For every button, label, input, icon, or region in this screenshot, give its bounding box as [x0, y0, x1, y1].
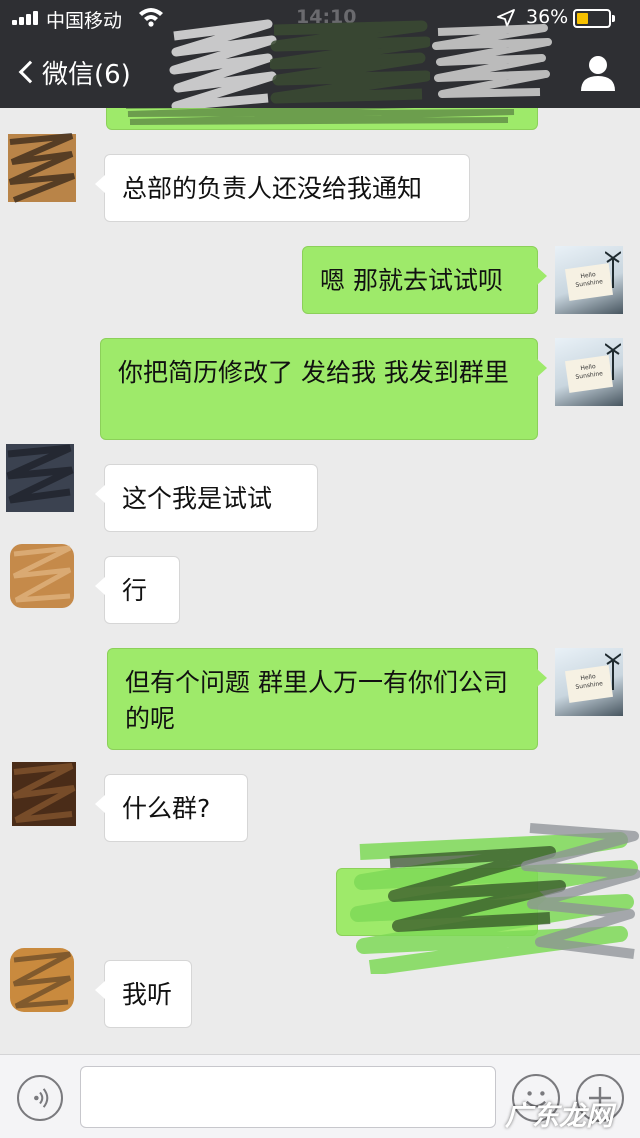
voice-icon[interactable]: [17, 1075, 63, 1121]
message-text: 总部的负责人还没给我通知: [122, 174, 423, 203]
message-bubble-outgoing: 你把简历修改了 发给我 我发到群里: [100, 338, 547, 440]
battery-level: [577, 13, 588, 24]
palm-tree-icon: [605, 251, 621, 288]
message-text: 我听: [122, 980, 173, 1009]
message-text: 这个我是试试: [122, 484, 273, 513]
redaction-scribble: [270, 20, 430, 104]
message-bubble-outgoing: 但有个问题 群里人万一有你们公司的呢: [107, 648, 547, 750]
contact-avatar: [10, 544, 74, 608]
message-text: 你把简历修改了 发给我 我发到群里: [118, 358, 509, 387]
redaction-scribble: [126, 108, 515, 125]
message-text: 什么群?: [122, 794, 211, 823]
battery-icon: [573, 9, 611, 28]
message-bubble-incoming: 我听: [95, 960, 192, 1028]
message-text: 行: [122, 576, 148, 605]
signal-icon: [12, 11, 40, 25]
message-bubble-outgoing: 嗯 那就去试试呗: [302, 246, 547, 314]
message-bubble-incoming: 什么群?: [95, 774, 248, 842]
self-avatar: Hello Sunshine: [555, 648, 623, 716]
redaction-scribble: [432, 24, 552, 98]
chat-header: 微信(6): [0, 19, 640, 111]
person-icon[interactable]: [578, 54, 618, 92]
message-bubble-incoming: 总部的负责人还没给我通知: [95, 154, 470, 222]
palm-tree-icon: [605, 343, 621, 380]
wifi-icon: [139, 8, 163, 27]
contact-avatar: [12, 762, 76, 826]
self-avatar: Hello Sunshine: [555, 246, 623, 314]
message-input[interactable]: [80, 1066, 496, 1128]
carrier-name: 中国移动: [46, 10, 123, 32]
battery-cap: [612, 15, 615, 22]
redaction-scribble: [350, 823, 640, 974]
redaction-scribble: [169, 19, 277, 111]
site-watermark: 广东龙网: [505, 1101, 613, 1132]
contact-avatar: [10, 948, 74, 1012]
message-bubble-incoming: 这个我是试试: [95, 464, 318, 532]
contact-avatar: [8, 133, 76, 203]
message-text: 嗯 那就去试试呗: [320, 266, 503, 295]
message-bubble-incoming: 行: [95, 556, 180, 624]
message-list[interactable]: 总部的负责人还没给我通知 嗯 那就去试试呗 Hello Sunshine 你把简…: [0, 108, 640, 1054]
self-avatar: Hello Sunshine: [555, 338, 623, 406]
chevron-left-icon: [18, 60, 42, 84]
palm-tree-icon: [605, 653, 621, 690]
message-text: 但有个问题 群里人万一有你们公司的呢: [125, 668, 508, 733]
back-title: 微信(6): [42, 59, 131, 90]
back-button[interactable]: 微信(6): [14, 50, 131, 94]
contact-avatar: [6, 444, 74, 512]
